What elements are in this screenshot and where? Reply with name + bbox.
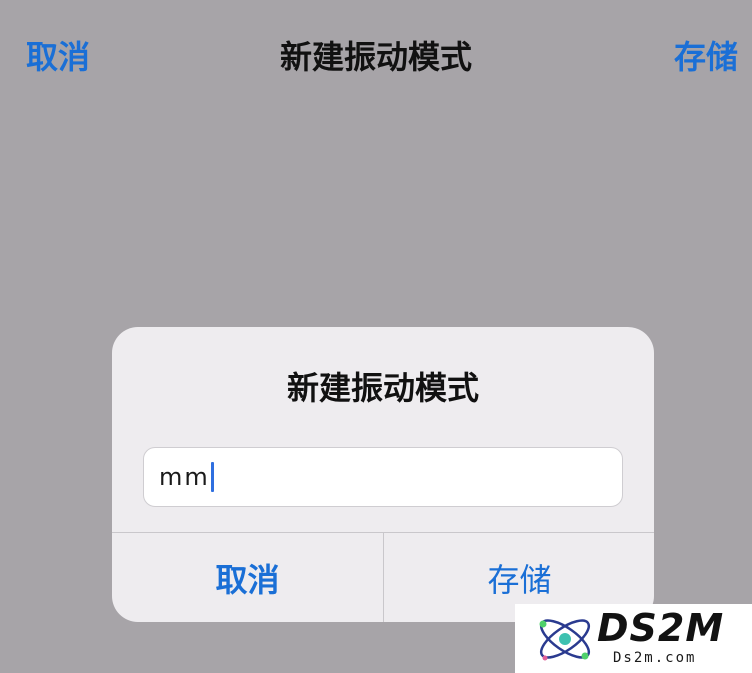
input-value: mm: [159, 463, 210, 491]
watermark-site: Ds2m.com: [613, 650, 697, 666]
text-caret: [210, 462, 214, 492]
atom-logo-icon: [539, 619, 591, 661]
nav-title: 新建振动模式: [279, 38, 472, 76]
alert-title: 新建振动模式: [286, 369, 479, 407]
navigation-bar: 取消 新建振动模式 存储: [0, 0, 752, 115]
nav-save-button[interactable]: 存储: [674, 36, 738, 78]
watermark-brand: DS2M: [597, 606, 725, 650]
alert-dialog: 新建振动模式 mm 取消 存储: [112, 327, 654, 622]
alert-cancel-button[interactable]: 取消: [112, 533, 383, 622]
watermark: DS2M Ds2m.com: [515, 604, 752, 673]
vibration-name-input[interactable]: mm: [143, 447, 623, 507]
